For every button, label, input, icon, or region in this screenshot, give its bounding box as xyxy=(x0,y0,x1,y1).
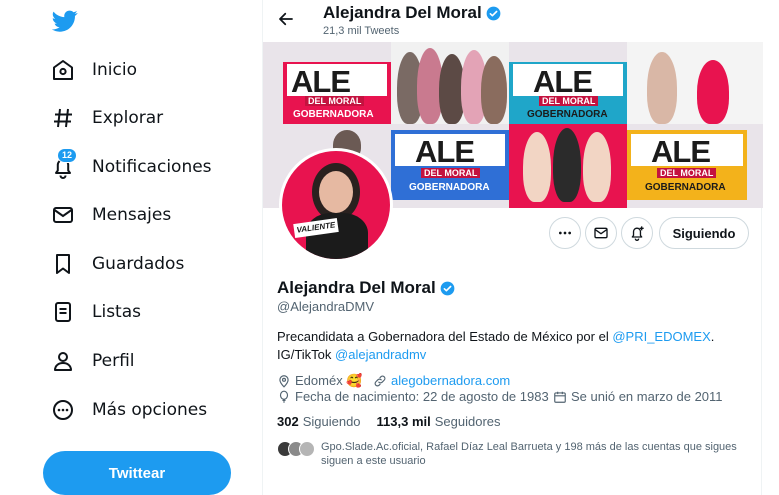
following-count: 302 xyxy=(277,414,299,429)
notification-badge: 12 xyxy=(57,148,78,163)
nav-home-label: Inicio xyxy=(92,60,137,80)
tweet-button[interactable]: Twittear xyxy=(43,451,231,495)
following-link[interactable]: 302 Siguiendo xyxy=(277,414,361,429)
follow-stats: 302 Siguiendo 113,3 mil Seguidores xyxy=(277,414,501,429)
more-options-button[interactable] xyxy=(549,217,581,249)
banner-ale-text: ALE xyxy=(415,134,475,169)
nav-more-label: Más opciones xyxy=(92,400,208,420)
profile-avatar[interactable]: VALIENTE xyxy=(279,148,393,262)
more-dots-icon xyxy=(559,231,571,235)
nav-notifications[interactable]: 12 Notificaciones xyxy=(50,148,212,185)
hashtag-icon xyxy=(50,105,76,131)
profile-name-text: Alejandra Del Moral xyxy=(277,278,436,297)
location-pin-icon xyxy=(279,375,289,388)
banner-photo-1 xyxy=(391,42,509,124)
banner-subtext: DEL MORAL xyxy=(539,96,599,106)
profile-header: Alejandra Del Moral 21,3 mil Tweets xyxy=(263,0,763,42)
banner-role-text: GOBERNADORA xyxy=(527,109,608,120)
followed-by-text: Gpo.Slade.Ac.oficial, Rafael Díaz Leal B… xyxy=(321,441,737,467)
profile-name: Alejandra Del Moral xyxy=(277,278,455,298)
banner-subtext: DEL MORAL xyxy=(305,96,365,106)
banner-subtext: DEL MORAL xyxy=(421,168,481,178)
calendar-icon xyxy=(554,391,566,403)
verified-badge-icon xyxy=(440,281,455,295)
following-button[interactable]: Siguiendo xyxy=(659,217,749,249)
twitter-logo-icon[interactable] xyxy=(52,8,78,34)
list-icon xyxy=(50,299,76,325)
scrollbar[interactable] xyxy=(763,0,779,495)
followers-count: 113,3 mil xyxy=(376,414,431,429)
nav-bookmarks[interactable]: Guardados xyxy=(50,246,184,282)
nav-messages[interactable]: Mensajes xyxy=(50,197,171,233)
bio-text-2: IG/TikTok xyxy=(277,347,336,362)
nav-explore-label: Explorar xyxy=(92,108,164,128)
banner-role-text: GOBERNADORA xyxy=(293,109,374,120)
mail-icon xyxy=(50,202,76,228)
nav-messages-label: Mensajes xyxy=(92,205,172,225)
header-name: Alejandra Del Moral xyxy=(323,3,501,23)
verified-badge-icon xyxy=(486,6,501,20)
profile-location: Edoméx 🥰 xyxy=(277,373,363,389)
profile-handle: @AlejandraDMV xyxy=(277,299,375,314)
banner-ale-text: ALE xyxy=(291,64,351,99)
bio-text-1-end: . xyxy=(710,329,715,344)
bio-mention-ig[interactable]: @alejandradmv xyxy=(335,347,426,362)
banner-tile-3: ALE DEL MORAL GOBERNADORA xyxy=(391,130,509,200)
avatar-photo: VALIENTE xyxy=(282,151,390,259)
header-name-text: Alejandra Del Moral xyxy=(323,3,482,22)
nav-bookmarks-label: Guardados xyxy=(92,254,185,274)
person-icon xyxy=(50,348,76,374)
nav-explore[interactable]: Explorar xyxy=(50,100,163,136)
banner-ale-text: ALE xyxy=(533,64,593,99)
nav-profile-label: Perfil xyxy=(92,351,135,371)
balloon-icon xyxy=(279,390,289,403)
location-text: Edoméx 🥰 xyxy=(295,373,363,388)
profile-column: Alejandra Del Moral 21,3 mil Tweets ALE … xyxy=(262,0,763,495)
joined-text: Se unió en marzo de 2011 xyxy=(571,389,723,404)
followers-label: Seguidores xyxy=(434,414,501,429)
profile-bio: Precandidata a Gobernadora del Estado de… xyxy=(277,328,747,364)
banner-role-text: GOBERNADORA xyxy=(645,182,726,193)
message-button[interactable] xyxy=(585,217,617,249)
profile-birthday: Fecha de nacimiento: 22 de agosto de 198… xyxy=(277,389,549,404)
profile-joined: Se unió en marzo de 2011 xyxy=(553,389,723,404)
website-link[interactable]: alegobernadora.com xyxy=(391,373,510,388)
nav-profile[interactable]: Perfil xyxy=(50,343,135,379)
followed-by[interactable]: Gpo.Slade.Ac.oficial, Rafael Díaz Leal B… xyxy=(277,440,737,468)
back-arrow-icon[interactable] xyxy=(277,10,295,28)
bell-icon: 12 xyxy=(50,148,78,180)
nav-lists-label: Listas xyxy=(92,302,141,322)
banner-subtext: DEL MORAL xyxy=(657,168,717,178)
nav-more[interactable]: Más opciones xyxy=(50,392,207,428)
bookmark-icon xyxy=(50,251,76,277)
profile-website[interactable]: alegobernadora.com xyxy=(373,373,510,388)
banner-photo-4 xyxy=(509,124,627,208)
banner-tile-1: ALE DEL MORAL GOBERNADORA xyxy=(283,62,391,124)
follower-avatar xyxy=(299,441,315,457)
banner-ale-text: ALE xyxy=(651,134,711,169)
more-circle-icon xyxy=(50,397,76,423)
banner-photo-2 xyxy=(627,42,763,124)
birthday-text: Fecha de nacimiento: 22 de agosto de 198… xyxy=(295,389,549,404)
nav-home[interactable]: Inicio xyxy=(50,52,137,88)
banner-tile-2: ALE DEL MORAL GOBERNADORA xyxy=(509,62,627,124)
following-label: Siguiendo xyxy=(302,414,361,429)
notify-button[interactable] xyxy=(621,217,653,249)
mail-icon xyxy=(594,227,608,239)
sidebar: Inicio Explorar 12 Notificaciones Mensaj… xyxy=(0,0,262,495)
banner-tile-4: ALE DEL MORAL GOBERNADORA xyxy=(627,130,747,200)
bio-text-1: Precandidata a Gobernadora del Estado de… xyxy=(277,329,613,344)
followers-link[interactable]: 113,3 mil Seguidores xyxy=(377,414,501,429)
nav-lists[interactable]: Listas xyxy=(50,294,141,330)
nav-notifications-label: Notificaciones xyxy=(92,157,212,177)
tweet-count: 21,3 mil Tweets xyxy=(323,25,400,37)
banner-role-text: GOBERNADORA xyxy=(409,182,490,193)
link-icon xyxy=(374,375,386,386)
bell-plus-icon xyxy=(631,226,644,241)
bio-mention-pri[interactable]: @PRI_EDOMEX xyxy=(612,329,710,344)
home-icon xyxy=(50,57,76,83)
